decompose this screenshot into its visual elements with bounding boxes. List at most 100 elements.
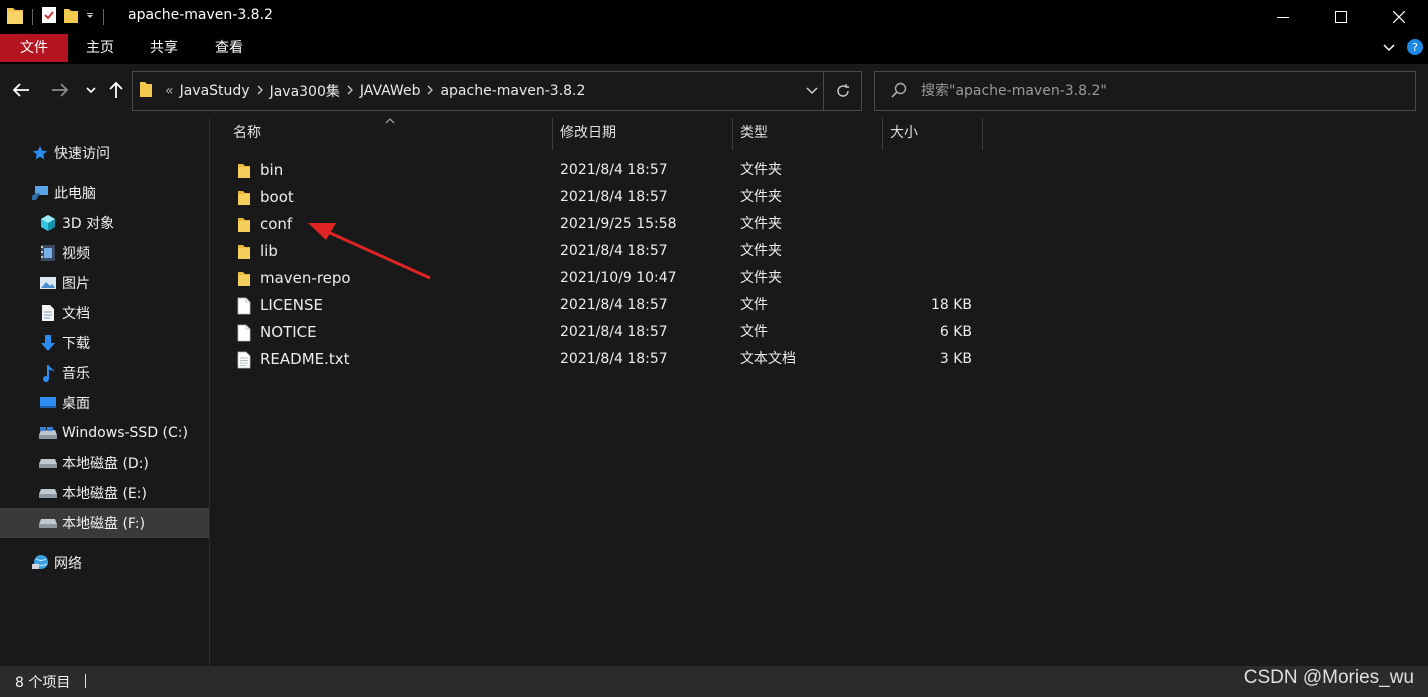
file-size [890,238,972,265]
file-date: 2021/8/4 18:57 [560,351,668,367]
expand-ribbon-icon[interactable] [1382,40,1396,58]
column-header-name[interactable]: 名称 [233,118,551,150]
picture-icon [38,273,58,293]
sidebar-item-documents[interactable]: 文档 [0,298,209,328]
title-bar: apache-maven-3.8.2 [0,0,1428,34]
column-resize-handle[interactable] [732,118,733,150]
chevron-right-icon[interactable] [346,83,354,99]
file-date: 2021/8/4 18:57 [560,243,668,259]
file-name: lib [260,242,278,260]
file-size [890,157,972,184]
tab-share[interactable]: 共享 [132,34,196,62]
customize-dropdown-icon[interactable] [85,9,95,25]
search-input[interactable] [921,80,1401,102]
sidebar-item-label: 图片 [62,276,90,292]
ribbon-controls: ? [1382,38,1424,60]
sidebar-item-pictures[interactable]: 图片 [0,268,209,298]
file-size [890,265,972,292]
sidebar-item-label: 音乐 [62,366,90,382]
folder-icon [237,162,251,183]
sidebar-item-drive-c[interactable]: Windows-SSD (C:) [0,418,209,448]
forward-button[interactable] [48,78,72,102]
sidebar-item-drive-f[interactable]: 本地磁盘 (F:) [0,508,209,538]
network-icon [30,553,50,573]
breadcrumb: « JavaStudy Java300集 JAVAWeb apache-mave… [139,72,585,110]
tab-file[interactable]: 文件 [0,34,68,62]
column-resize-handle[interactable] [552,118,553,150]
sidebar-item-this-pc[interactable]: 此电脑 [0,178,209,208]
file-row-boot[interactable]: boot 2021/8/4 18:57 文件夹 [210,184,990,211]
column-resize-handle[interactable] [882,118,883,150]
chevron-right-icon[interactable] [426,83,434,99]
up-button[interactable] [104,78,128,102]
tab-view[interactable]: 查看 [196,34,262,62]
sidebar-item-downloads[interactable]: 下载 [0,328,209,358]
breadcrumb-item-java300[interactable]: Java300集 [270,81,340,101]
minimize-button[interactable] [1254,0,1312,34]
chevron-right-icon[interactable] [256,83,264,99]
file-date: 2021/8/4 18:57 [560,297,668,313]
file-row-maven-repo[interactable]: maven-repo 2021/10/9 10:47 文件夹 [210,265,990,292]
tab-home[interactable]: 主页 [68,34,132,62]
file-row-bin[interactable]: bin 2021/8/4 18:57 文件夹 [210,157,990,184]
address-bar[interactable]: « JavaStudy Java300集 JAVAWeb apache-mave… [132,71,862,111]
file-row-notice[interactable]: NOTICE 2021/8/4 18:57 文件 6 KB [210,319,990,346]
svg-text:?: ? [1412,41,1418,54]
breadcrumb-item-javastudy[interactable]: JavaStudy [180,83,250,99]
breadcrumb-item-current[interactable]: apache-maven-3.8.2 [440,83,585,99]
sidebar-item-label: 文档 [62,306,90,322]
new-folder-icon[interactable] [63,6,79,28]
refresh-button[interactable] [823,72,861,110]
column-header-date[interactable]: 修改日期 [560,118,730,150]
recent-locations-button[interactable] [79,78,103,102]
computer-icon [30,183,50,203]
file-row-lib[interactable]: lib 2021/8/4 18:57 文件夹 [210,238,990,265]
breadcrumb-overflow[interactable]: « [165,83,174,99]
address-history-dropdown-icon[interactable] [805,83,819,101]
sidebar-item-drive-e[interactable]: 本地磁盘 (E:) [0,478,209,508]
file-icon [237,297,251,319]
file-type: 文件夹 [740,270,782,286]
breadcrumb-item-javaweb[interactable]: JAVAWeb [360,83,421,99]
file-type: 文件夹 [740,162,782,178]
video-icon [38,243,58,263]
item-count: 8 个项目 [15,675,71,691]
column-resize-handle[interactable] [982,118,983,150]
sidebar-item-label: 视频 [62,246,90,262]
file-size: 6 KB [939,324,972,340]
file-list: 名称 修改日期 类型 大小 bin 2021/8/4 18:57 文件夹 boo… [210,118,1428,666]
back-button[interactable] [9,78,33,102]
file-row-conf[interactable]: conf 2021/9/25 15:58 文件夹 [210,211,990,238]
file-type: 文件夹 [740,216,782,232]
cube-icon [38,213,58,233]
sidebar-item-videos[interactable]: 视频 [0,238,209,268]
sidebar-item-label: 桌面 [62,396,90,412]
file-date: 2021/8/4 18:57 [560,324,668,340]
sidebar-item-drive-d[interactable]: 本地磁盘 (D:) [0,448,209,478]
file-row-readme[interactable]: README.txt 2021/8/4 18:57 文本文档 3 KB [210,346,990,373]
quick-access-toolbar [6,5,106,29]
help-icon[interactable]: ? [1406,38,1424,60]
properties-icon[interactable] [41,6,57,28]
column-header-size[interactable]: 大小 [890,118,980,150]
maximize-button[interactable] [1312,0,1370,34]
sidebar-item-label: Windows-SSD (C:) [62,425,188,441]
file-row-license[interactable]: LICENSE 2021/8/4 18:57 文件 18 KB [210,292,990,319]
sidebar-item-label: 3D 对象 [62,216,115,232]
column-header-type[interactable]: 类型 [740,118,880,150]
sidebar-item-label: 本地磁盘 (D:) [62,456,149,472]
sidebar-item-3d-objects[interactable]: 3D 对象 [0,208,209,238]
sidebar-item-network[interactable]: 网络 [0,548,209,578]
download-icon [38,333,58,353]
sidebar-item-desktop[interactable]: 桌面 [0,388,209,418]
file-icon [237,324,251,346]
sidebar-item-quick-access[interactable]: 快速访问 [0,138,209,168]
folder-icon [237,243,251,264]
star-icon [30,143,50,163]
drive-icon [38,423,58,443]
close-button[interactable] [1370,0,1428,34]
search-box[interactable] [874,71,1416,111]
sidebar-item-music[interactable]: 音乐 [0,358,209,388]
file-date: 2021/10/9 10:47 [560,270,677,286]
file-type: 文件夹 [740,189,782,205]
